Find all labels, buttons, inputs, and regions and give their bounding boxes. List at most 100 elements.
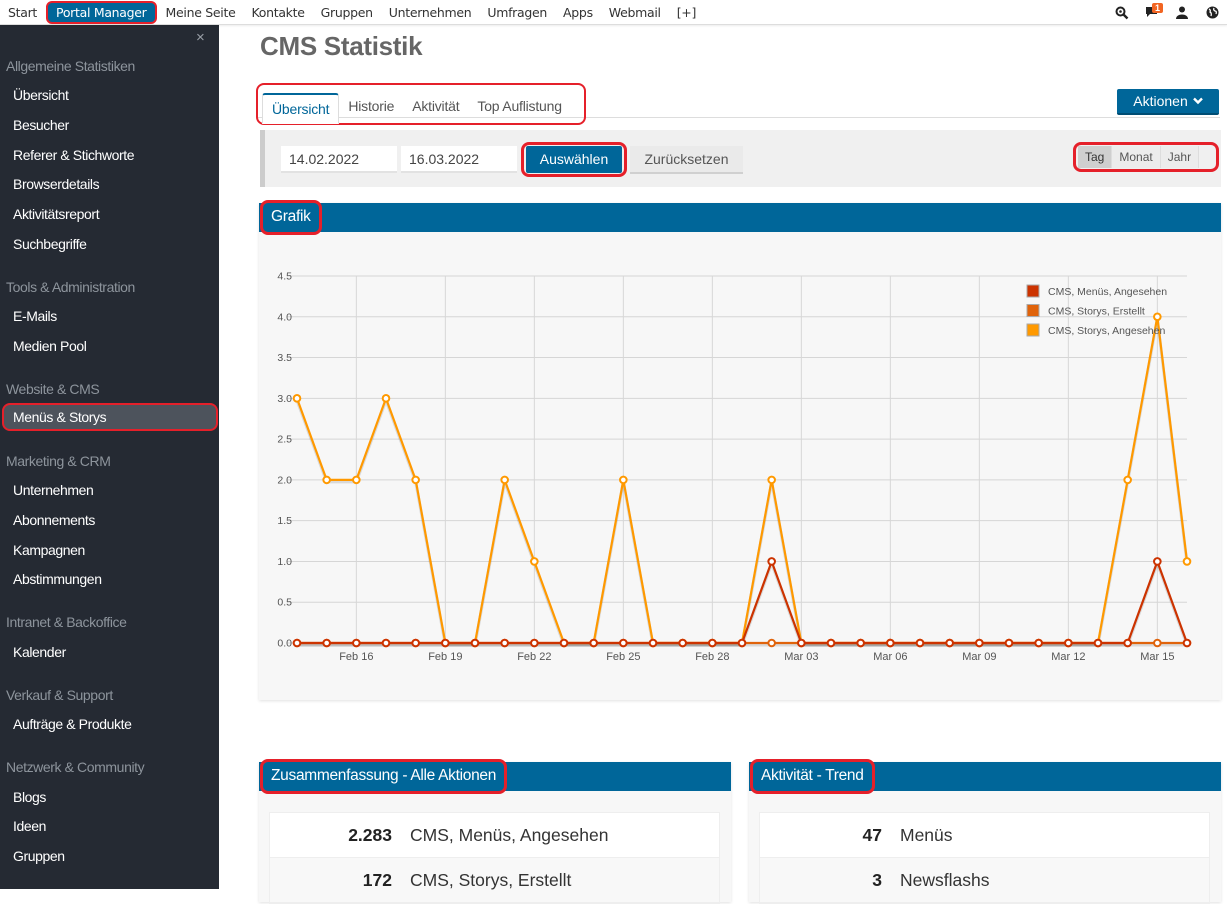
y-tick-label: 1.5 — [277, 515, 292, 527]
data-point — [1153, 312, 1162, 322]
data-point — [1182, 638, 1192, 648]
chat-icon[interactable]: 1 — [1137, 0, 1167, 25]
y-tick-label: 3.0 — [277, 393, 292, 405]
x-tick-label: Feb 28 — [695, 651, 729, 663]
sidebar-item-ideen[interactable]: Ideen — [0, 812, 219, 840]
select-button-highlight: Auswählen — [521, 142, 627, 177]
sidebar-item-uebersicht[interactable]: Übersicht — [0, 81, 219, 109]
data-point — [1093, 638, 1103, 648]
data-point — [1034, 638, 1043, 648]
data-point — [470, 638, 480, 648]
data-point — [945, 638, 954, 648]
filter-bar: Auswählen Zurücksetzen Tag Monat Jahr — [260, 130, 1221, 187]
x-tick-label: Mar 09 — [962, 651, 996, 663]
summary-row: 172 CMS, Storys, Erstellt — [270, 858, 719, 903]
date-to-input[interactable] — [401, 146, 517, 173]
trend-panel-title: Aktivität - Trend — [750, 759, 875, 794]
sidebar-item-aktivitaetsreport[interactable]: Aktivitätsreport — [0, 200, 219, 228]
data-point — [559, 638, 569, 648]
globe-icon[interactable] — [1197, 0, 1227, 25]
tab-uebersicht[interactable]: Übersicht — [262, 93, 340, 124]
sidebar-item-medien-pool[interactable]: Medien Pool — [0, 332, 219, 360]
sidebar-item-e-mails[interactable]: E-Mails — [0, 302, 219, 330]
top-icons: 1 — [1107, 0, 1227, 25]
summary-label: CMS, Storys, Erstellt — [410, 869, 572, 890]
topnav-apps[interactable]: Apps — [555, 2, 601, 23]
y-tick-label: 1.0 — [277, 556, 292, 568]
tab-aktivitaet[interactable]: Aktivität — [403, 92, 468, 123]
topnav-umfragen[interactable]: Umfragen — [479, 2, 555, 23]
data-point — [1004, 638, 1014, 648]
close-icon[interactable]: × — [196, 29, 205, 46]
date-from-input[interactable] — [281, 146, 397, 173]
chart-panel: Grafik 0.0 0.5 1.0 1.5 2.0 2.5 3.0 3.5 4.0 4.5 Fe… — [259, 200, 1221, 700]
sidebar-item-auftraege[interactable]: Aufträge & Produkte — [0, 710, 219, 738]
trend-label: Newsflashs — [900, 869, 990, 890]
data-point — [530, 638, 539, 648]
chart-panel-title: Grafik — [260, 200, 322, 235]
actions-button[interactable]: Aktionen — [1117, 89, 1219, 115]
sidebar-item-gruppen[interactable]: Gruppen — [0, 842, 219, 870]
sidebar-item-kalender[interactable]: Kalender — [0, 638, 219, 666]
search-icon[interactable] — [1107, 0, 1137, 25]
user-icon[interactable] — [1167, 0, 1197, 25]
sidebar-item-abonnements[interactable]: Abonnements — [0, 506, 219, 534]
period-month[interactable]: Monat — [1112, 146, 1161, 168]
summary-panel-header: Zusammenfassung - Alle Aktionen — [259, 759, 731, 794]
legend-swatch — [1026, 323, 1040, 337]
summary-table: 2.283 CMS, Menüs, Angesehen 172 CMS, Sto… — [269, 812, 720, 904]
sidebar-item-referer[interactable]: Referer & Stichworte — [0, 141, 219, 169]
sidebar-item-blogs[interactable]: Blogs — [0, 783, 219, 811]
tab-historie[interactable]: Historie — [339, 92, 403, 123]
topnav-webmail[interactable]: Webmail — [601, 2, 669, 23]
sidebar-item-browserdetails[interactable]: Browserdetails — [0, 170, 219, 198]
topnav-meine-seite[interactable]: Meine Seite — [158, 2, 244, 23]
series-shadow — [295, 318, 1189, 647]
topnav-gruppen[interactable]: Gruppen — [313, 2, 381, 23]
reset-button[interactable]: Zurücksetzen — [630, 146, 743, 174]
actions-label: Aktionen — [1133, 93, 1188, 109]
topnav-add-more[interactable]: [+] — [669, 2, 704, 23]
sidebar-item-besucher[interactable]: Besucher — [0, 111, 219, 139]
summary-panel: Zusammenfassung - Alle Aktionen 2.283 CM… — [259, 759, 731, 904]
y-tick-label: 0.5 — [277, 597, 292, 609]
sidebar-item-abstimmungen[interactable]: Abstimmungen — [0, 565, 219, 593]
x-tick-label: Mar 06 — [873, 651, 907, 663]
select-button[interactable]: Auswählen — [526, 146, 622, 173]
summary-value: 2.283 — [348, 824, 392, 845]
legend-label: CMS, Storys, Erstellt — [1048, 306, 1145, 318]
topnav-start[interactable]: Start — [0, 2, 45, 23]
data-point — [411, 638, 420, 648]
y-tick-label: 2.5 — [277, 434, 292, 446]
x-tick-label: Mar 15 — [1140, 651, 1174, 663]
sidebar-item-kampagnen[interactable]: Kampagnen — [0, 536, 219, 564]
series-shadow — [297, 559, 1189, 647]
legend-swatch — [1026, 304, 1040, 317]
x-tick-label: Feb 25 — [606, 651, 640, 663]
topnav-portal-manager[interactable]: Portal Manager — [46, 1, 157, 24]
trend-panel-header: Aktivität - Trend — [749, 759, 1221, 794]
data-point — [678, 638, 687, 648]
period-day[interactable]: Tag — [1078, 146, 1113, 168]
data-point — [1182, 557, 1192, 566]
trend-row: 3 Newsflashs — [760, 858, 1209, 903]
data-point — [530, 557, 539, 566]
topnav-kontakte[interactable]: Kontakte — [243, 2, 312, 23]
data-point — [381, 394, 391, 403]
data-point — [915, 638, 925, 648]
summary-panel-title: Zusammenfassung - Alle Aktionen — [260, 759, 508, 794]
x-tick-label: Feb 19 — [428, 651, 462, 663]
tab-top-auflistung[interactable]: Top Auflistung — [468, 92, 570, 123]
sidebar-item-suchbegriffe[interactable]: Suchbegriffe — [0, 230, 219, 258]
period-year[interactable]: Jahr — [1160, 146, 1200, 168]
summary-value: 172 — [362, 869, 392, 890]
data-point — [767, 475, 776, 485]
data-point — [619, 475, 628, 485]
data-point — [441, 638, 450, 648]
sidebar-item-menues-storys[interactable]: Menüs & Storys — [2, 403, 218, 431]
sidebar-item-unternehmen[interactable]: Unternehmen — [0, 476, 219, 504]
data-point — [500, 638, 509, 648]
top-navigation-bar: Start Portal Manager Meine Seite Kontakt… — [0, 0, 1227, 25]
data-point — [708, 638, 717, 648]
topnav-unternehmen[interactable]: Unternehmen — [381, 2, 480, 23]
